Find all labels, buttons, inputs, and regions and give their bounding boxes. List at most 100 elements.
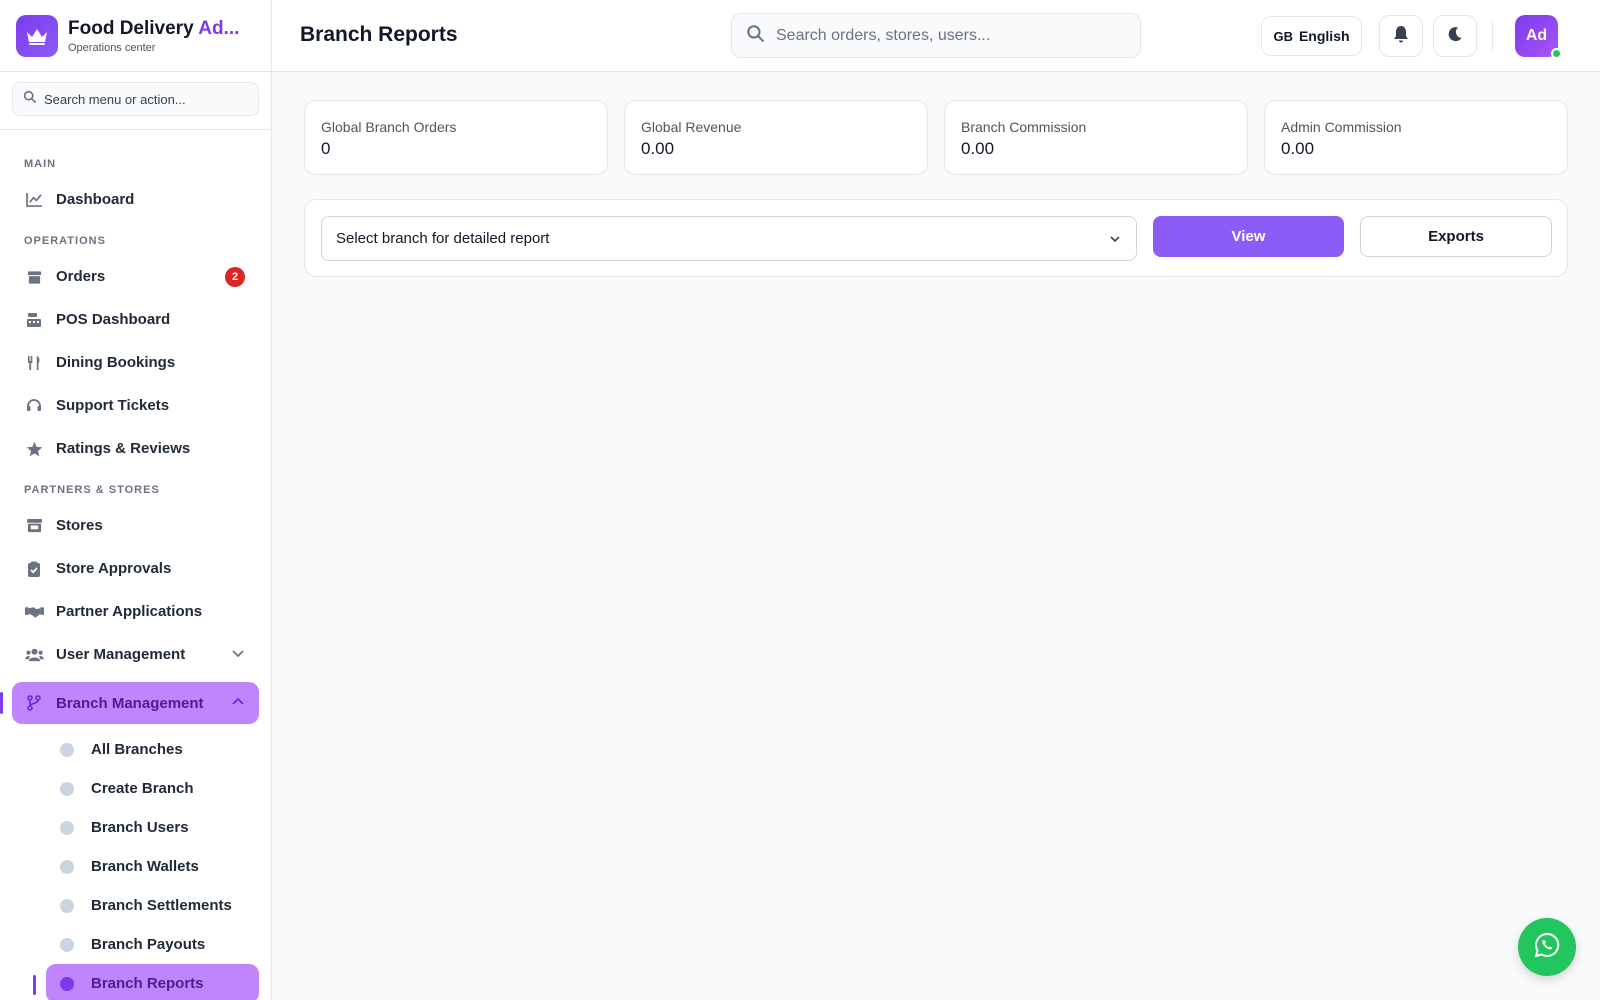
page-title: Branch Reports: [300, 23, 458, 46]
dot-icon: [60, 820, 74, 835]
sidebar-item-label: Partner Applications: [56, 603, 203, 620]
sidebar-item-orders[interactable]: Orders 2: [12, 255, 259, 298]
sidebar-item-label: POS Dashboard: [56, 311, 171, 328]
active-indicator: [0, 692, 3, 714]
sidebar-item-user-management[interactable]: User Management: [12, 633, 259, 676]
stat-value: 0.00: [641, 139, 675, 158]
branch-select[interactable]: Select branch for detailed report: [321, 216, 1137, 261]
stat-value: 0: [321, 139, 331, 158]
search-icon: [746, 24, 764, 47]
dot-icon: [60, 898, 74, 913]
stat-label: Admin Commission: [1281, 119, 1402, 135]
sidebar-subitem-label: Branch Payouts: [91, 936, 206, 953]
sidebar-item-label: Branch Management: [56, 694, 204, 712]
stat-value: 0.00: [961, 139, 995, 158]
sidebar-subitem-label: Create Branch: [91, 780, 194, 797]
sidebar-item-label: Dashboard: [56, 191, 135, 208]
dot-icon: [60, 781, 74, 796]
sidebar-item-branch-management[interactable]: Branch Management: [0, 682, 259, 724]
chevron-down-icon: [231, 646, 245, 665]
header-divider: [1492, 20, 1493, 52]
sidebar-item-dashboard[interactable]: Dashboard: [12, 178, 259, 221]
stat-label: Branch Commission: [961, 119, 1087, 135]
sidebar-subitem-create-branch[interactable]: Create Branch: [46, 769, 259, 808]
cash-register-icon: [24, 310, 44, 330]
branch-select-value: Select branch for detailed report: [336, 230, 550, 247]
store-icon: [24, 516, 44, 536]
sidebar-item-dining-bookings[interactable]: Dining Bookings: [12, 341, 259, 384]
sidebar-subitem-branch-settlements[interactable]: Branch Settlements: [46, 886, 259, 925]
sidebar-item-support-tickets[interactable]: Support Tickets: [12, 384, 259, 427]
stat-value: 0.00: [1281, 139, 1315, 158]
sidebar-item-partner-applications[interactable]: Partner Applications: [12, 590, 259, 633]
sidebar-item-label: User Management: [56, 646, 186, 663]
language-selector[interactable]: GB English: [1261, 16, 1362, 56]
branch-filter-card: Select branch for detailed report View E…: [304, 199, 1568, 277]
utensils-icon: [24, 353, 44, 373]
global-search-input[interactable]: Search orders, stores, users...: [731, 13, 1141, 58]
sidebar-item-label: Dining Bookings: [56, 354, 176, 371]
language-code: GB: [1273, 28, 1293, 44]
dot-icon: [60, 742, 74, 757]
headset-icon: [24, 396, 44, 416]
sidebar-item-ratings-reviews[interactable]: Ratings & Reviews: [12, 427, 259, 470]
sidebar-subitem-branch-payouts[interactable]: Branch Payouts: [46, 925, 259, 964]
sidebar-subitem-label: Branch Settlements: [91, 897, 232, 914]
branch-subnav: All Branches Create Branch Branch Users …: [12, 730, 259, 1000]
sidebar-item-store-approvals[interactable]: Store Approvals: [12, 547, 259, 590]
sidebar: Food Delivery Ad... Operations center Se…: [0, 0, 272, 1000]
sidebar-search-wrap: Search menu or action...: [0, 72, 271, 130]
stat-label: Global Branch Orders: [321, 119, 457, 135]
clipboard-check-icon: [24, 559, 44, 579]
sidebar-search-placeholder: Search menu or action...: [44, 91, 186, 107]
handshake-icon: [24, 602, 44, 622]
user-avatar[interactable]: Ad: [1515, 15, 1562, 59]
view-button[interactable]: View: [1153, 216, 1344, 257]
sidebar-subitem-label: Branch Reports: [91, 975, 204, 992]
search-icon: [23, 90, 36, 108]
exports-button[interactable]: Exports: [1360, 216, 1552, 257]
box-icon: [24, 267, 44, 287]
dot-icon: [60, 859, 74, 874]
code-branch-icon: [24, 693, 44, 713]
section-label-main: MAIN: [24, 158, 57, 170]
section-label-operations: OPERATIONS: [24, 235, 106, 247]
top-header: Branch Reports Search orders, stores, us…: [272, 0, 1600, 72]
sidebar-item-label: Stores: [56, 517, 103, 534]
brand[interactable]: Food Delivery Ad... Operations center: [0, 0, 271, 72]
sidebar-item-pos-dashboard[interactable]: POS Dashboard: [12, 298, 259, 341]
users-icon: [24, 645, 44, 665]
orders-count-badge: 2: [225, 267, 245, 287]
sidebar-search-input[interactable]: Search menu or action...: [12, 82, 259, 116]
whatsapp-chat-button[interactable]: [1518, 918, 1576, 976]
sidebar-subitem-label: All Branches: [91, 741, 183, 758]
sidebar-subitem-branch-reports[interactable]: Branch Reports: [33, 964, 259, 1000]
sidebar-subitem-all-branches[interactable]: All Branches: [46, 730, 259, 769]
stat-card-global-revenue: Global Revenue 0.00: [624, 100, 928, 175]
chart-line-icon: [24, 190, 44, 210]
sidebar-item-label: Support Tickets: [56, 397, 170, 414]
star-icon: [24, 439, 44, 459]
brand-title: Food Delivery Ad...: [68, 17, 240, 39]
brand-subtitle: Operations center: [68, 41, 156, 54]
whatsapp-icon: [1534, 932, 1560, 963]
chevron-up-icon: [231, 695, 245, 714]
theme-toggle-button[interactable]: [1433, 15, 1477, 57]
sidebar-subitem-label: Branch Users: [91, 819, 189, 836]
dot-icon: [60, 976, 74, 991]
sidebar-subitem-branch-users[interactable]: Branch Users: [46, 808, 259, 847]
stat-label: Global Revenue: [641, 119, 742, 135]
sidebar-item-label: Ratings & Reviews: [56, 440, 191, 457]
notifications-button[interactable]: [1379, 15, 1423, 57]
sidebar-item-stores[interactable]: Stores: [12, 504, 259, 547]
crown-icon: [16, 14, 58, 57]
sidebar-item-label: Orders: [56, 268, 106, 285]
sidebar-subitem-label: Branch Wallets: [91, 858, 199, 875]
chevron-down-icon: [1108, 232, 1122, 251]
online-status-dot: [1551, 48, 1562, 59]
stat-card-global-branch-orders: Global Branch Orders 0: [304, 100, 608, 175]
sidebar-nav: MAIN Dashboard OPERATIONS Orders 2 POS D…: [0, 130, 271, 1000]
section-label-partners: PARTNERS & STORES: [24, 484, 160, 496]
sidebar-subitem-branch-wallets[interactable]: Branch Wallets: [46, 847, 259, 886]
stat-card-admin-commission: Admin Commission 0.00: [1264, 100, 1568, 175]
